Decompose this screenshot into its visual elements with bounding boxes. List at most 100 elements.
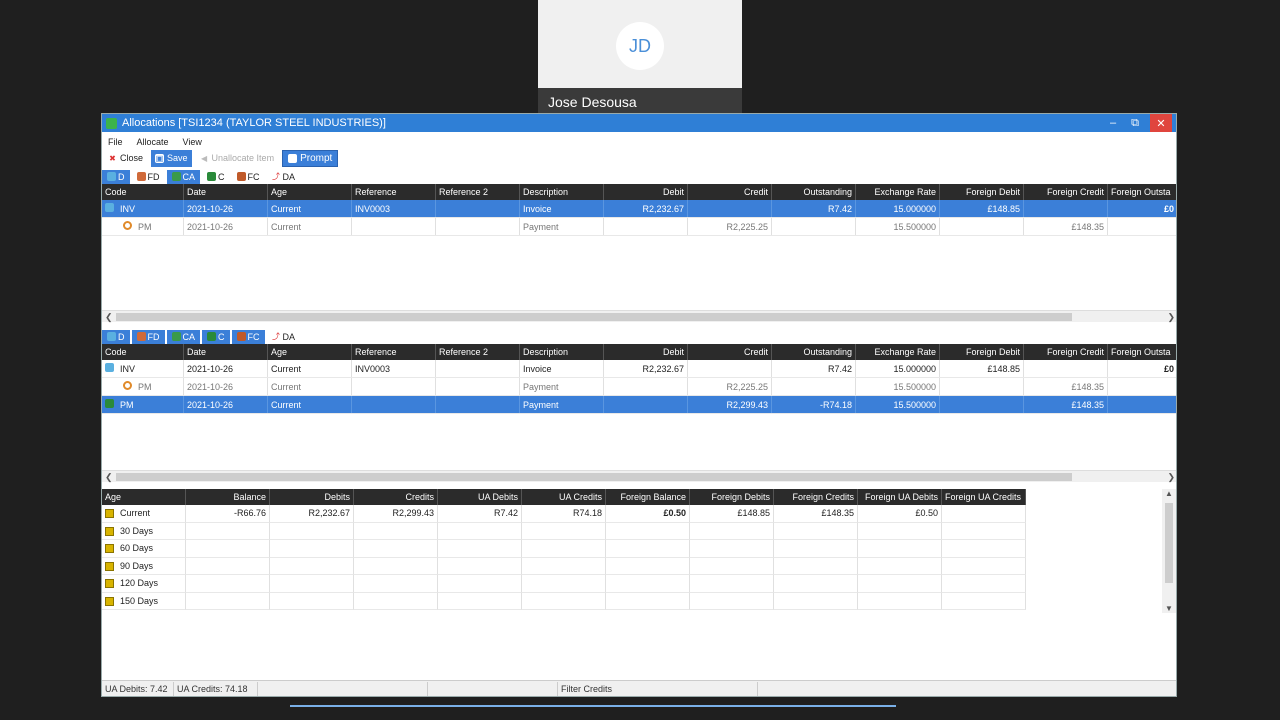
- top-filter-bar: D FD CA C FC ⤴ DA: [102, 169, 1176, 184]
- scroll-left-icon[interactable]: ❮: [105, 311, 113, 323]
- col-age[interactable]: Age: [268, 184, 352, 200]
- col-outstanding[interactable]: Outstanding: [772, 344, 856, 360]
- table-row[interactable]: PM 2021-10-26 Current Payment R2,225.25 …: [102, 378, 1176, 396]
- menu-view[interactable]: View: [183, 137, 202, 147]
- filter-fc[interactable]: FC: [232, 170, 265, 184]
- col-credits[interactable]: Credits: [354, 489, 438, 505]
- scroll-right-icon[interactable]: ❯: [1167, 471, 1175, 483]
- filter-fd[interactable]: FD: [132, 170, 165, 184]
- aging-row[interactable]: 90 Days: [102, 557, 1026, 575]
- top-grid-hscrollbar[interactable]: ❮ ❯: [102, 310, 1176, 323]
- col-exchange-rate[interactable]: Exchange Rate: [856, 184, 940, 200]
- scroll-thumb[interactable]: [116, 473, 1072, 481]
- col-foreign-debit[interactable]: Foreign Debit: [940, 184, 1024, 200]
- prompt-button[interactable]: Prompt: [282, 149, 339, 167]
- aging-row[interactable]: 120 Days: [102, 575, 1026, 593]
- aging-bucket-icon: [105, 526, 114, 536]
- col-credit[interactable]: Credit: [688, 184, 772, 200]
- col-description[interactable]: Description: [520, 184, 604, 200]
- table-row[interactable]: INV 2021-10-26 Current INV0003 Invoice R…: [102, 360, 1176, 378]
- col-debit[interactable]: Debit: [604, 344, 688, 360]
- app-icon: [106, 117, 117, 129]
- col-foreign-credits[interactable]: Foreign Credits: [774, 489, 858, 505]
- status-bar: UA Debits: 7.42 UA Credits: 74.18 Filter…: [102, 680, 1176, 696]
- col-ua-credits[interactable]: UA Credits: [522, 489, 606, 505]
- col-foreign-ua-debits[interactable]: Foreign UA Debits: [858, 489, 942, 505]
- col-foreign-credit[interactable]: Foreign Credit: [1024, 344, 1108, 360]
- col-date[interactable]: Date: [184, 344, 268, 360]
- aging-row[interactable]: 30 Days: [102, 522, 1026, 540]
- col-code[interactable]: Code: [102, 184, 184, 200]
- prompt-label: Prompt: [300, 152, 333, 164]
- close-window-icon[interactable]: ✕: [1150, 114, 1172, 132]
- scroll-up-icon[interactable]: ▲: [1165, 489, 1173, 498]
- aging-row[interactable]: 150 Days: [102, 592, 1026, 610]
- col-reference-2[interactable]: Reference 2: [436, 184, 520, 200]
- save-button[interactable]: ▣ Save: [151, 149, 192, 167]
- aging-row[interactable]: Current -R66.76 R2,232.67 R2,299.43 R7.4…: [102, 505, 1026, 523]
- scroll-right-icon[interactable]: ❯: [1167, 311, 1175, 323]
- col-foreign-credit[interactable]: Foreign Credit: [1024, 184, 1108, 200]
- col-debits[interactable]: Debits: [270, 489, 354, 505]
- col-reference[interactable]: Reference: [352, 344, 436, 360]
- col-foreign-debit[interactable]: Foreign Debit: [940, 344, 1024, 360]
- col-ua-debits[interactable]: UA Debits: [438, 489, 522, 505]
- menu-file[interactable]: File: [108, 137, 123, 147]
- aging-row[interactable]: 60 Days: [102, 540, 1026, 558]
- filter-ca[interactable]: CA: [166, 329, 201, 344]
- unallocate-label: Unallocate Item: [211, 153, 275, 163]
- scroll-down-icon[interactable]: ▼: [1165, 604, 1173, 613]
- status-ua-credits: UA Credits: 74.18: [174, 681, 258, 696]
- col-age[interactable]: Age: [102, 489, 186, 505]
- col-age[interactable]: Age: [268, 344, 352, 360]
- top-grid-header: Code Date Age Reference Reference 2 Desc…: [102, 184, 1176, 200]
- col-foreign-ua-credits[interactable]: Foreign UA Credits: [942, 489, 1026, 505]
- aging-vscrollbar[interactable]: ▲ ▼: [1162, 489, 1176, 613]
- close-label: Close: [120, 153, 144, 163]
- scroll-thumb[interactable]: [116, 313, 1072, 321]
- debit-filter-icon: [107, 172, 116, 181]
- menu-allocate[interactable]: Allocate: [137, 137, 169, 147]
- col-foreign-debits[interactable]: Foreign Debits: [690, 489, 774, 505]
- table-row[interactable]: PM 2021-10-26 Current Payment R2,225.25 …: [102, 218, 1176, 236]
- aging-grid-header: Age Balance Debits Credits UA Debits UA …: [102, 489, 1026, 505]
- scroll-left-icon[interactable]: ❮: [105, 471, 113, 483]
- col-foreign-balance[interactable]: Foreign Balance: [606, 489, 690, 505]
- restore-icon[interactable]: ⧉: [1124, 114, 1146, 132]
- col-reference-2[interactable]: Reference 2: [436, 344, 520, 360]
- credit-filter-icon: [207, 172, 217, 181]
- col-exchange-rate[interactable]: Exchange Rate: [856, 344, 940, 360]
- aging-bucket-icon: [105, 561, 114, 571]
- scroll-thumb[interactable]: [1165, 503, 1173, 583]
- col-code[interactable]: Code: [102, 344, 184, 360]
- filter-fc[interactable]: FC: [231, 329, 265, 344]
- unallocate-item-button[interactable]: ◀ Unallocate Item: [196, 150, 279, 167]
- col-debit[interactable]: Debit: [604, 184, 688, 200]
- filter-d[interactable]: D: [102, 169, 130, 184]
- top-grid-body: INV 2021-10-26 Current INV0003 Invoice R…: [102, 200, 1176, 310]
- filter-da[interactable]: ⤴ DA: [267, 330, 301, 344]
- filter-ca[interactable]: CA: [166, 169, 201, 184]
- col-credit[interactable]: Credit: [688, 344, 772, 360]
- col-description[interactable]: Description: [520, 344, 604, 360]
- filter-c[interactable]: C: [202, 170, 230, 184]
- filter-d[interactable]: D: [102, 329, 130, 344]
- aging-grid: Age Balance Debits Credits UA Debits UA …: [102, 489, 1176, 613]
- close-button[interactable]: ✖ Close: [104, 150, 147, 167]
- col-foreign-outstanding[interactable]: Foreign Outsta: [1108, 184, 1176, 200]
- col-foreign-outstanding[interactable]: Foreign Outsta: [1108, 344, 1176, 360]
- col-outstanding[interactable]: Outstanding: [772, 184, 856, 200]
- bottom-grid-hscrollbar[interactable]: ❮ ❯: [102, 470, 1176, 483]
- participant-video-area: JD: [538, 0, 742, 88]
- credit-alloc-filter-icon: [171, 172, 181, 181]
- aging-bucket-icon: [105, 596, 114, 606]
- minimize-icon[interactable]: –: [1102, 114, 1124, 132]
- table-row[interactable]: PM 2021-10-26 Current Payment R2,299.43 …: [102, 396, 1176, 414]
- filter-da[interactable]: ⤴ DA: [267, 170, 301, 184]
- filter-c[interactable]: C: [202, 329, 230, 344]
- col-balance[interactable]: Balance: [186, 489, 270, 505]
- col-reference[interactable]: Reference: [352, 184, 436, 200]
- filter-fd[interactable]: FD: [131, 329, 165, 344]
- table-row[interactable]: INV 2021-10-26 Current INV0003 Invoice R…: [102, 200, 1176, 218]
- col-date[interactable]: Date: [184, 184, 268, 200]
